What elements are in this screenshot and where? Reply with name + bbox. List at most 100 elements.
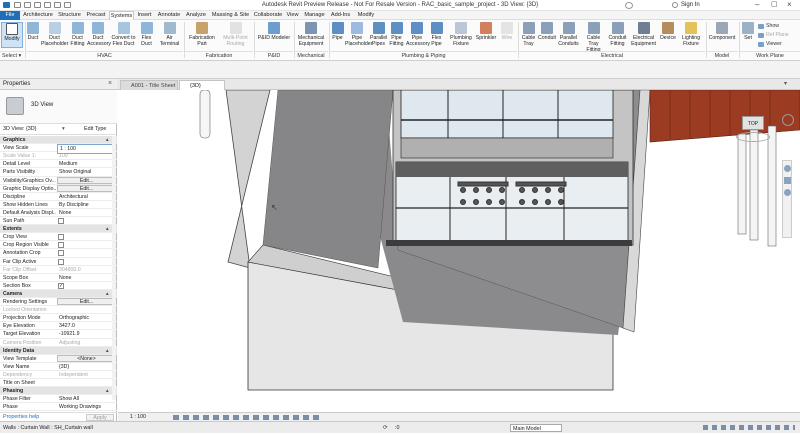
flex-duct-button[interactable]: Flex Duct bbox=[138, 22, 155, 48]
viewer-button[interactable]: Viewer bbox=[757, 40, 782, 49]
air-terminal-button[interactable]: Air Terminal bbox=[156, 22, 183, 48]
collapse-icon[interactable]: ▴ bbox=[106, 387, 109, 395]
property-checkbox[interactable] bbox=[58, 234, 64, 241]
duct-button[interactable]: Duct bbox=[26, 22, 40, 48]
property-checkbox[interactable] bbox=[58, 242, 64, 249]
mechanical-equipment-button[interactable]: Mechanical Equipment bbox=[295, 22, 327, 48]
selection-filter-icons[interactable] bbox=[703, 425, 795, 430]
ref-plane-button[interactable]: Ref Plane bbox=[757, 31, 789, 40]
property-row[interactable]: Visibility/Graphics Ov... Edit... bbox=[0, 176, 117, 185]
tab-3d-view[interactable]: {3D} bbox=[179, 80, 225, 90]
conduit-button[interactable]: Conduit bbox=[538, 22, 556, 48]
tab-manage[interactable]: Manage bbox=[302, 11, 327, 20]
property-row[interactable]: Eye Elevation 3427.0 bbox=[0, 322, 117, 331]
multi-point-routing-button[interactable]: Multi-Point Routing bbox=[219, 22, 252, 48]
tab-annotate[interactable]: Annotate bbox=[155, 11, 183, 20]
zoom-icon[interactable] bbox=[784, 189, 791, 196]
property-row[interactable]: View Template <None> bbox=[0, 354, 117, 363]
cable-tray-fitting-button[interactable]: Cable Tray Fitting bbox=[581, 22, 606, 53]
property-row[interactable]: Far Clip Offset 304800.0 bbox=[0, 266, 117, 274]
property-row[interactable]: Title on Sheet bbox=[0, 379, 117, 388]
property-row[interactable]: Scope Box None bbox=[0, 274, 117, 282]
property-group-header[interactable]: Identity Data ▴ bbox=[0, 346, 117, 355]
conduit-fitting-button[interactable]: Conduit Fitting bbox=[607, 22, 628, 48]
pipe-fitting-button[interactable]: Pipe Fitting bbox=[388, 22, 405, 48]
collapse-icon[interactable]: ▴ bbox=[106, 290, 109, 298]
property-group-header[interactable]: Camera ▴ bbox=[0, 289, 117, 299]
minimize-button[interactable]: – bbox=[755, 0, 759, 9]
property-row[interactable]: Far Clip Active bbox=[0, 258, 117, 266]
tab-modify[interactable]: Modify bbox=[354, 11, 378, 20]
tabs-menu-icon[interactable]: ▾ bbox=[784, 80, 787, 87]
property-checkbox[interactable] bbox=[58, 250, 64, 257]
property-group-header[interactable]: Extents ▴ bbox=[0, 225, 117, 234]
property-row[interactable]: View Scale 1 : 100 bbox=[0, 144, 117, 155]
design-option-select[interactable]: Main Model bbox=[510, 424, 562, 432]
home-icon[interactable] bbox=[782, 114, 794, 126]
edit-type-button[interactable]: Edit Type bbox=[84, 124, 106, 135]
property-edit-button[interactable]: Edit... bbox=[57, 298, 114, 305]
pipe-placeholder-button[interactable]: Pipe Placeholder bbox=[345, 22, 372, 48]
tab-analyze[interactable]: Analyze bbox=[184, 11, 208, 20]
tab-systems[interactable]: Systems bbox=[109, 11, 134, 20]
property-row[interactable]: Target Elevation -10921.9 bbox=[0, 330, 117, 339]
tab-view[interactable]: View bbox=[284, 11, 301, 20]
maximize-button[interactable]: ▢ bbox=[771, 0, 778, 8]
property-checkbox[interactable] bbox=[58, 258, 64, 265]
type-selector[interactable]: 3D View bbox=[0, 90, 117, 124]
tab-insert[interactable]: Insert bbox=[135, 11, 154, 20]
property-row[interactable]: Locked Orientation bbox=[0, 306, 117, 315]
apply-button[interactable]: Apply bbox=[86, 414, 114, 421]
compass-ring[interactable] bbox=[736, 132, 770, 142]
cable-tray-button[interactable]: Cable Tray bbox=[520, 22, 537, 48]
parallel-pipes-button[interactable]: Parallel Pipes bbox=[370, 22, 387, 48]
property-row[interactable]: View Name {3D} bbox=[0, 363, 117, 371]
tab-structure[interactable]: Structure bbox=[56, 11, 83, 20]
plumbing-fixture-button[interactable]: Plumbing Fixture bbox=[448, 22, 474, 48]
duct-accessory-button[interactable]: Duct Accessory bbox=[87, 22, 111, 48]
component-button[interactable]: Component bbox=[707, 22, 737, 48]
tab-massing-site[interactable]: Massing & Site bbox=[209, 11, 252, 20]
convert-flex-duct-button[interactable]: Convert to Flex Duct bbox=[110, 22, 137, 48]
property-group-header[interactable]: Phasing ▴ bbox=[0, 387, 117, 396]
viewcube[interactable]: TOP bbox=[742, 116, 764, 130]
property-row[interactable]: Crop View bbox=[0, 233, 117, 242]
property-group-header[interactable]: Graphics ▴ bbox=[0, 136, 117, 145]
duct-placeholder-button[interactable]: Duct Placeholder bbox=[41, 22, 68, 48]
tab-architecture[interactable]: Architecture bbox=[21, 11, 55, 20]
property-row[interactable]: Rendering Settings Edit... bbox=[0, 298, 117, 307]
tab-add-ins[interactable]: Add-Ins bbox=[328, 11, 353, 20]
lighting-fixture-button[interactable]: Lighting Fixture bbox=[678, 22, 704, 48]
tab-file[interactable]: File bbox=[0, 11, 20, 20]
set-work-plane-button[interactable]: Set bbox=[741, 22, 755, 48]
property-row[interactable]: Phase Working Drawings bbox=[0, 403, 117, 412]
wire-button[interactable]: Wire bbox=[498, 22, 516, 48]
sign-in-link[interactable]: Sign In bbox=[681, 2, 700, 8]
sprinkler-button[interactable]: Sprinkler bbox=[475, 22, 497, 48]
property-edit-button[interactable]: <None> bbox=[57, 354, 114, 362]
pipe-accessory-button[interactable]: Pipe Accessory bbox=[406, 22, 430, 48]
electrical-equipment-button[interactable]: Electrical Equipment bbox=[629, 22, 658, 48]
sync-status-icon[interactable]: ⟳ bbox=[383, 422, 388, 434]
close-button[interactable]: × bbox=[787, 0, 792, 9]
property-row[interactable]: Projection Mode Orthographic bbox=[0, 314, 117, 323]
flex-pipe-button[interactable]: Flex Pipe bbox=[429, 22, 444, 48]
pipe-button[interactable]: Pipe bbox=[331, 22, 344, 48]
tab-precast[interactable]: Precast bbox=[84, 11, 108, 20]
instance-selector[interactable]: 3D View: {3D} ▾ Edit Type bbox=[0, 124, 117, 135]
property-row[interactable]: Phase Filter Show All bbox=[0, 395, 117, 404]
property-checkbox[interactable]: ✓ bbox=[58, 282, 64, 289]
close-icon[interactable]: × bbox=[108, 80, 112, 87]
property-row[interactable]: Scale Value 1: 100 bbox=[0, 152, 117, 161]
property-checkbox[interactable] bbox=[58, 218, 64, 224]
property-row[interactable]: Parts Visibility Show Original bbox=[0, 168, 117, 177]
duct-fitting-button[interactable]: Duct Fitting bbox=[69, 22, 86, 48]
property-row[interactable]: Default Analysis Displ... None bbox=[0, 209, 117, 218]
tab-collaborate[interactable]: Collaborate bbox=[253, 11, 283, 20]
properties-scrollbar[interactable] bbox=[112, 136, 116, 400]
3d-viewport[interactable]: TOP ↖ bbox=[118, 90, 800, 412]
property-row[interactable]: Annotation Crop bbox=[0, 249, 117, 258]
show-work-plane-button[interactable]: Show bbox=[757, 22, 779, 31]
property-row[interactable]: Discipline Architectural bbox=[0, 193, 117, 201]
property-edit-button[interactable]: Edit... bbox=[57, 184, 114, 192]
